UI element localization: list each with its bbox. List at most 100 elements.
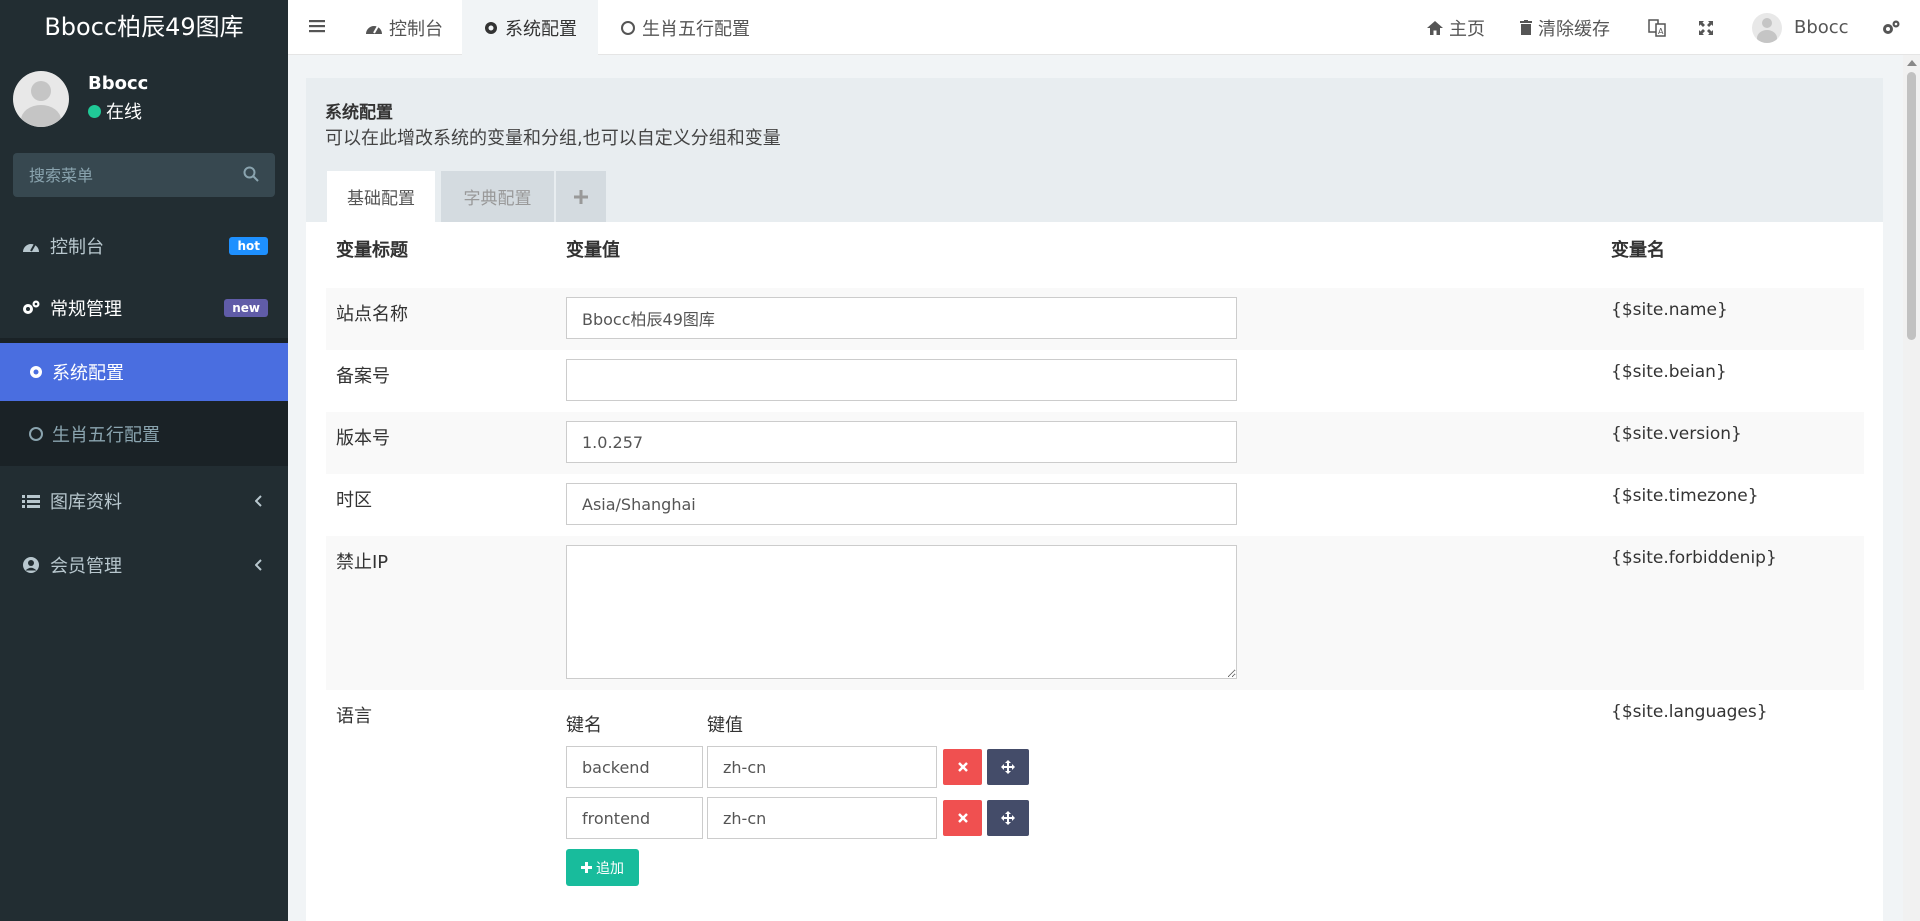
- avatar: [1752, 12, 1782, 43]
- brand-logo[interactable]: Bbocc柏辰49图库: [0, 0, 288, 55]
- home-link[interactable]: 主页: [1427, 0, 1485, 55]
- clear-cache-button[interactable]: 清除缓存: [1520, 0, 1610, 55]
- sidebar-subitem-label: 生肖五行配置: [52, 425, 160, 446]
- online-dot-icon: [88, 104, 101, 118]
- drag-pair-handle[interactable]: [987, 749, 1029, 785]
- close-icon: [957, 762, 968, 772]
- sidebar-username: Bbocc: [88, 73, 149, 94]
- hamburger-icon: [309, 17, 331, 38]
- add-group-button[interactable]: [556, 171, 606, 222]
- sidebar-item-label: 会员管理: [50, 556, 122, 577]
- sidebar-subitem-label: 系统配置: [52, 363, 124, 384]
- append-pair-button[interactable]: 追加: [566, 849, 639, 886]
- chevron-left-icon: [254, 491, 263, 512]
- expand-icon: [1698, 20, 1720, 36]
- site-name-input[interactable]: [566, 297, 1237, 339]
- cogs-icon: [22, 300, 42, 316]
- header-title: 变量标题: [336, 240, 408, 261]
- language-key-input[interactable]: [566, 797, 703, 839]
- page-scrollbar[interactable]: [1903, 55, 1920, 921]
- remove-pair-button[interactable]: [943, 800, 982, 836]
- sidebar-item-general[interactable]: 常规管理 new: [0, 280, 288, 336]
- menu-search-input[interactable]: [13, 153, 275, 197]
- table-header: 变量标题 变量值 变量名: [326, 222, 1864, 265]
- table-row: 站点名称 {$site.name}: [326, 288, 1864, 350]
- drag-pair-handle[interactable]: [987, 800, 1029, 836]
- circle-icon: [620, 20, 642, 36]
- language-value-input[interactable]: [707, 746, 937, 788]
- sidebar-item-members[interactable]: 会员管理: [0, 537, 288, 593]
- sidebar-subitem-zodiac-config[interactable]: 生肖五行配置: [0, 406, 288, 462]
- sidebar-item-gallery[interactable]: 图库资料: [0, 473, 288, 529]
- table-row: 禁止IP {$site.forbiddenip}: [326, 536, 1864, 690]
- value-header: 键值: [707, 715, 743, 736]
- status-label: 在线: [106, 102, 142, 123]
- sidebar-item-label: 常规管理: [50, 299, 122, 320]
- tab-label: 系统配置: [505, 18, 577, 40]
- gear-icon: [483, 20, 505, 36]
- user-circle-icon: [22, 556, 42, 574]
- sidebar-toggle-button[interactable]: [309, 0, 331, 55]
- tab-dashboard[interactable]: 控制台: [365, 0, 443, 55]
- forbidden-ip-textarea[interactable]: [566, 545, 1237, 679]
- sidebar-item-dashboard[interactable]: 控制台 hot: [0, 218, 288, 274]
- gear-icon: [28, 364, 44, 380]
- sidebar-subitem-system-config[interactable]: 系统配置: [0, 343, 288, 401]
- translate-icon: A: [1648, 18, 1672, 37]
- move-icon: [1001, 760, 1015, 774]
- language-value-input[interactable]: [707, 797, 937, 839]
- user-panel: Bbocc 在线: [0, 55, 288, 140]
- row-var: {$site.beian}: [1611, 362, 1727, 382]
- table-row: 语言 键名 键值 backend zh-cn frontend zh-cn 追加…: [326, 690, 1864, 921]
- tab-label: 控制台: [389, 18, 443, 40]
- remove-pair-button[interactable]: [943, 749, 982, 785]
- language-key-input[interactable]: [566, 746, 703, 788]
- table-row: 时区 {$site.timezone}: [326, 474, 1864, 536]
- dashboard-icon: [365, 20, 389, 36]
- plus-icon: [574, 189, 588, 204]
- panel-title: 系统配置: [325, 103, 393, 123]
- version-input[interactable]: [566, 421, 1237, 463]
- settings-button[interactable]: [1882, 0, 1906, 55]
- dashboard-icon: [22, 238, 42, 254]
- beian-input[interactable]: [566, 359, 1237, 401]
- scroll-up-icon[interactable]: [1907, 60, 1917, 66]
- key-header: 键名: [566, 715, 602, 736]
- circle-icon: [28, 426, 44, 442]
- header-name: 变量名: [1611, 240, 1665, 261]
- online-status: 在线: [88, 98, 142, 124]
- fullscreen-button[interactable]: [1698, 0, 1720, 55]
- panel-description: 可以在此增改系统的变量和分组,也可以自定义分组和变量: [325, 128, 781, 149]
- plus-icon: [581, 862, 592, 873]
- tab-zodiac-config[interactable]: 生肖五行配置: [620, 0, 750, 55]
- header-value: 变量值: [566, 240, 620, 261]
- trash-icon: [1520, 20, 1538, 35]
- tab-label: 生肖五行配置: [642, 18, 750, 40]
- topbar: 控制台 系统配置 生肖五行配置 主页 清除缓存 A Bbocc: [288, 0, 1920, 55]
- home-label: 主页: [1449, 18, 1485, 40]
- search-icon[interactable]: [243, 166, 259, 187]
- list-icon: [22, 493, 42, 509]
- tab-system-config[interactable]: 系统配置: [462, 0, 598, 55]
- append-label: 追加: [596, 860, 624, 877]
- config-panel: 系统配置 可以在此增改系统的变量和分组,也可以自定义分组和变量 基础配置 字典配…: [306, 78, 1883, 921]
- hot-badge: hot: [229, 237, 268, 255]
- move-icon: [1001, 811, 1015, 825]
- tab-dictionary-config[interactable]: 字典配置: [441, 171, 554, 222]
- row-var: {$site.timezone}: [1611, 486, 1759, 506]
- avatar: [13, 71, 69, 127]
- sidebar-item-label: 控制台: [50, 237, 104, 258]
- language-switch-button[interactable]: A: [1648, 0, 1672, 55]
- timezone-input[interactable]: [566, 483, 1237, 525]
- row-title: 站点名称: [336, 304, 408, 325]
- row-var: {$site.forbiddenip}: [1611, 548, 1777, 568]
- user-menu[interactable]: Bbocc: [1752, 0, 1849, 55]
- scrollbar-thumb[interactable]: [1907, 72, 1916, 340]
- row-var: {$site.name}: [1611, 300, 1728, 320]
- row-title: 禁止IP: [336, 552, 389, 573]
- sidebar-item-label: 图库资料: [50, 492, 122, 513]
- clear-cache-label: 清除缓存: [1538, 18, 1610, 40]
- chevron-left-icon: [254, 555, 263, 576]
- tab-basic-config[interactable]: 基础配置: [327, 171, 435, 222]
- sidebar: Bbocc柏辰49图库 Bbocc 在线 控制台 hot 常规管理 new 系统…: [0, 0, 288, 921]
